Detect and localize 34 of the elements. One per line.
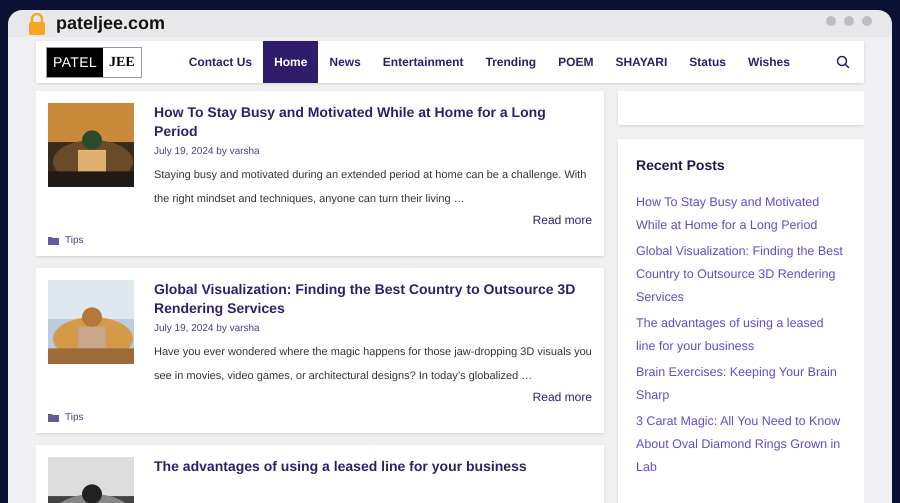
post-title[interactable]: The advantages of using a leased line for your business xyxy=(48,457,592,476)
nav-link[interactable]: Home xyxy=(263,41,318,83)
category-link[interactable]: Tips xyxy=(65,410,84,425)
read-more-link[interactable]: Read more xyxy=(532,211,592,229)
recent-post-link[interactable]: The advantages of using a leased line for your business xyxy=(636,312,846,358)
folder-icon xyxy=(48,413,59,422)
recent-post-link[interactable]: 3 Carat Magic: All You Need to Know About Oval Diamond Rings Grown in Lab xyxy=(636,410,846,479)
nav-link[interactable]: Entertainment xyxy=(372,41,474,83)
search-icon[interactable] xyxy=(836,55,850,69)
address-text[interactable]: pateljee.com xyxy=(56,10,166,37)
post-meta: July 19, 2024 by varsha xyxy=(153,145,261,159)
post-title[interactable]: Global Visualization: Finding the Best Country to Outsource 3D Rendering Services xyxy=(48,280,592,318)
nav-link[interactable]: News xyxy=(318,41,372,83)
lock-icon xyxy=(28,12,46,34)
recent-post-link[interactable]: How To Stay Busy and Motivated While at Home for a Long Period xyxy=(636,191,846,237)
site-logo[interactable]: PATEL JEE xyxy=(46,46,142,78)
nav-link[interactable]: SHAYARI xyxy=(604,41,678,83)
post-meta: July 19, 2024 by varsha xyxy=(153,322,261,336)
nav-link[interactable]: POEM xyxy=(547,41,604,83)
recent-post-link[interactable]: Brain Exercises: Keeping Your Brain Sharp xyxy=(636,361,846,407)
category-link[interactable]: Tips xyxy=(65,233,84,248)
logo-text: PATEL xyxy=(47,48,104,76)
post-title[interactable]: How To Stay Busy and Motivated While at Home for a Long Period xyxy=(48,103,592,141)
nav-link[interactable]: Trending xyxy=(474,41,548,83)
logo-text: JEE xyxy=(108,54,136,72)
nav-link[interactable]: Wishes xyxy=(736,41,801,83)
recent-post-link[interactable]: Global Visualization: Finding the Best Country to Outsource 3D Rendering Services xyxy=(636,240,846,309)
nav-link[interactable]: Contact Us xyxy=(178,41,264,83)
post-excerpt: Have you ever wondered where the magic happens for those jaw-dropping 3D visuals you see in movies, video games, or architectural designs? In today’s globalized … xyxy=(153,345,592,384)
nav-link[interactable]: Status xyxy=(678,41,737,83)
read-more-link[interactable]: Read more xyxy=(532,388,592,406)
folder-icon xyxy=(48,236,59,245)
post-excerpt: Staying busy and motivated during an extended period at home can be a challenge. With the right mindset and techniques, anyone can turn their living … xyxy=(153,168,588,207)
widget-title: Recent Posts xyxy=(636,156,726,175)
